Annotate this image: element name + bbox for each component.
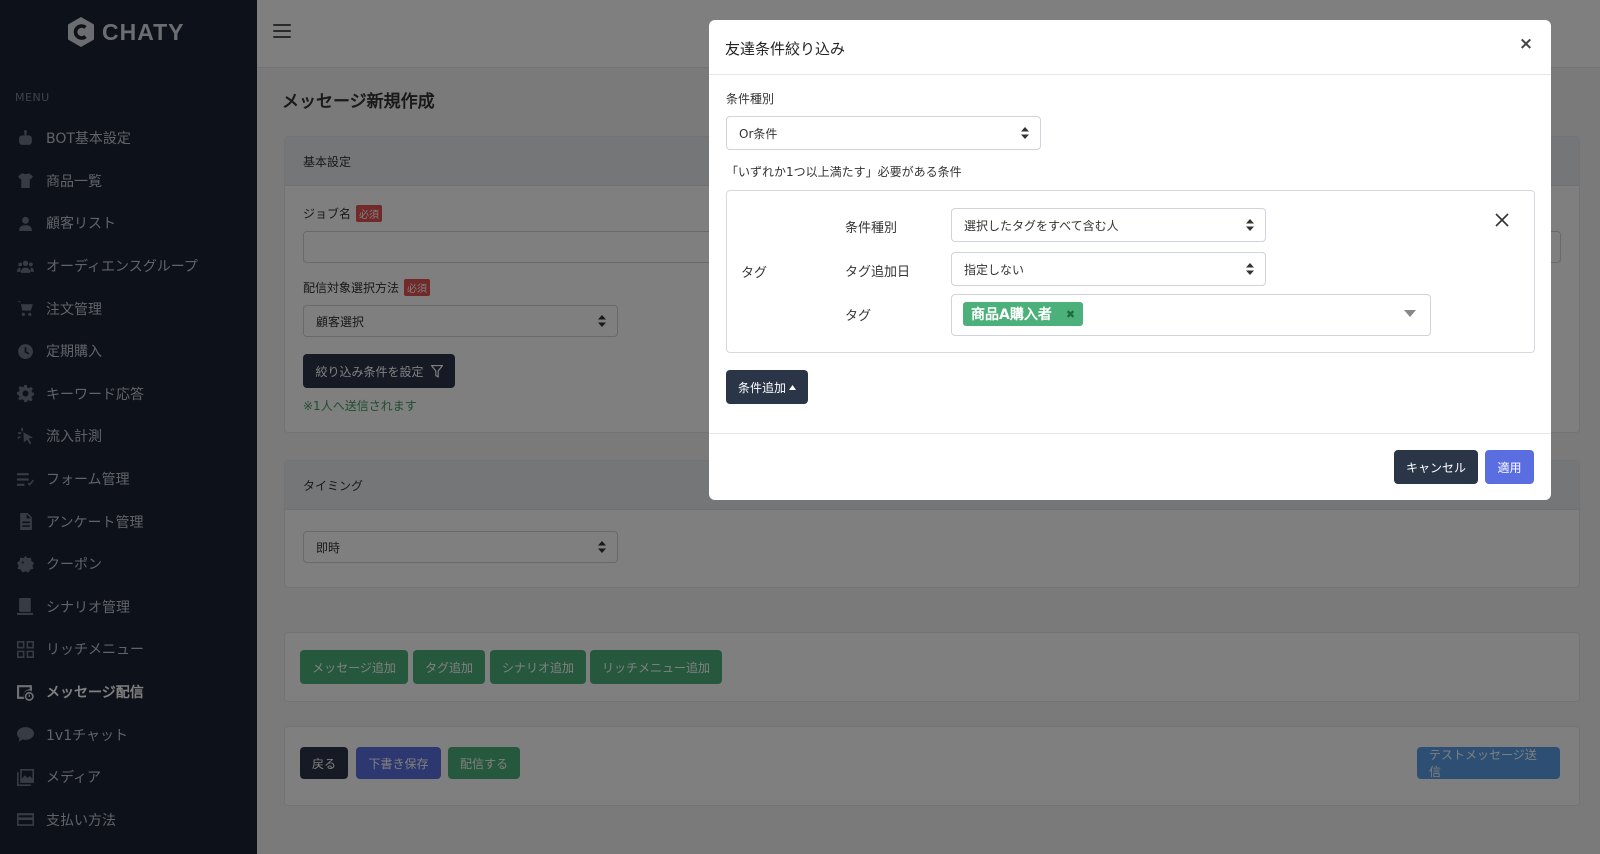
tag-date-value: 指定しない — [964, 262, 1025, 277]
condition-sub-type-label: 条件種別 — [845, 221, 898, 236]
tag-multiselect[interactable]: 商品A購入者 ✖ — [951, 294, 1431, 336]
chevron-down-icon[interactable] — [1404, 310, 1416, 317]
remove-condition-icon[interactable] — [1495, 213, 1509, 227]
tag-label: タグ — [845, 309, 872, 324]
modal-header: 友達条件絞り込み × — [709, 20, 1551, 75]
modal-footer: キャンセル 適用 — [709, 433, 1551, 500]
add-condition-button[interactable]: 条件追加 — [726, 370, 808, 404]
condition-row: タグ 条件種別 選択したタグをすべて含む人 タグ追加日 指定しない タグ 商品A… — [726, 190, 1535, 353]
friend-filter-modal: 友達条件絞り込み × 条件種別 Or条件 「いずれか1つ以上満たす」必要がある条… — [709, 20, 1551, 500]
condition-category: タグ — [741, 266, 768, 281]
apply-button[interactable]: 適用 — [1485, 450, 1534, 484]
tag-chip: 商品A購入者 ✖ — [963, 302, 1084, 326]
add-condition-label: 条件追加 — [738, 380, 787, 395]
modal-title: 友達条件絞り込み — [725, 40, 846, 58]
condition-sub-type-select[interactable]: 選択したタグをすべて含む人 — [951, 208, 1266, 242]
close-icon[interactable]: × — [1517, 34, 1535, 54]
sort-arrows-icon — [1246, 219, 1254, 231]
tag-date-label: タグ追加日 — [845, 265, 911, 280]
tag-remove-icon[interactable]: ✖ — [1066, 308, 1075, 321]
condition-type-select[interactable]: Or条件 — [726, 116, 1041, 150]
sort-arrows-icon — [1246, 263, 1254, 275]
tag-date-select[interactable]: 指定しない — [951, 252, 1266, 286]
cancel-button[interactable]: キャンセル — [1394, 450, 1478, 484]
condition-sub-type-value: 選択したタグをすべて含む人 — [964, 218, 1119, 233]
condition-description: 「いずれか1つ以上満たす」必要がある条件 — [726, 165, 962, 179]
sort-arrows-icon — [1021, 127, 1029, 139]
tag-chip-label: 商品A購入者 — [971, 307, 1052, 323]
condition-type-value: Or条件 — [739, 126, 778, 141]
condition-type-label: 条件種別 — [726, 92, 775, 106]
caret-up-icon — [789, 384, 796, 390]
